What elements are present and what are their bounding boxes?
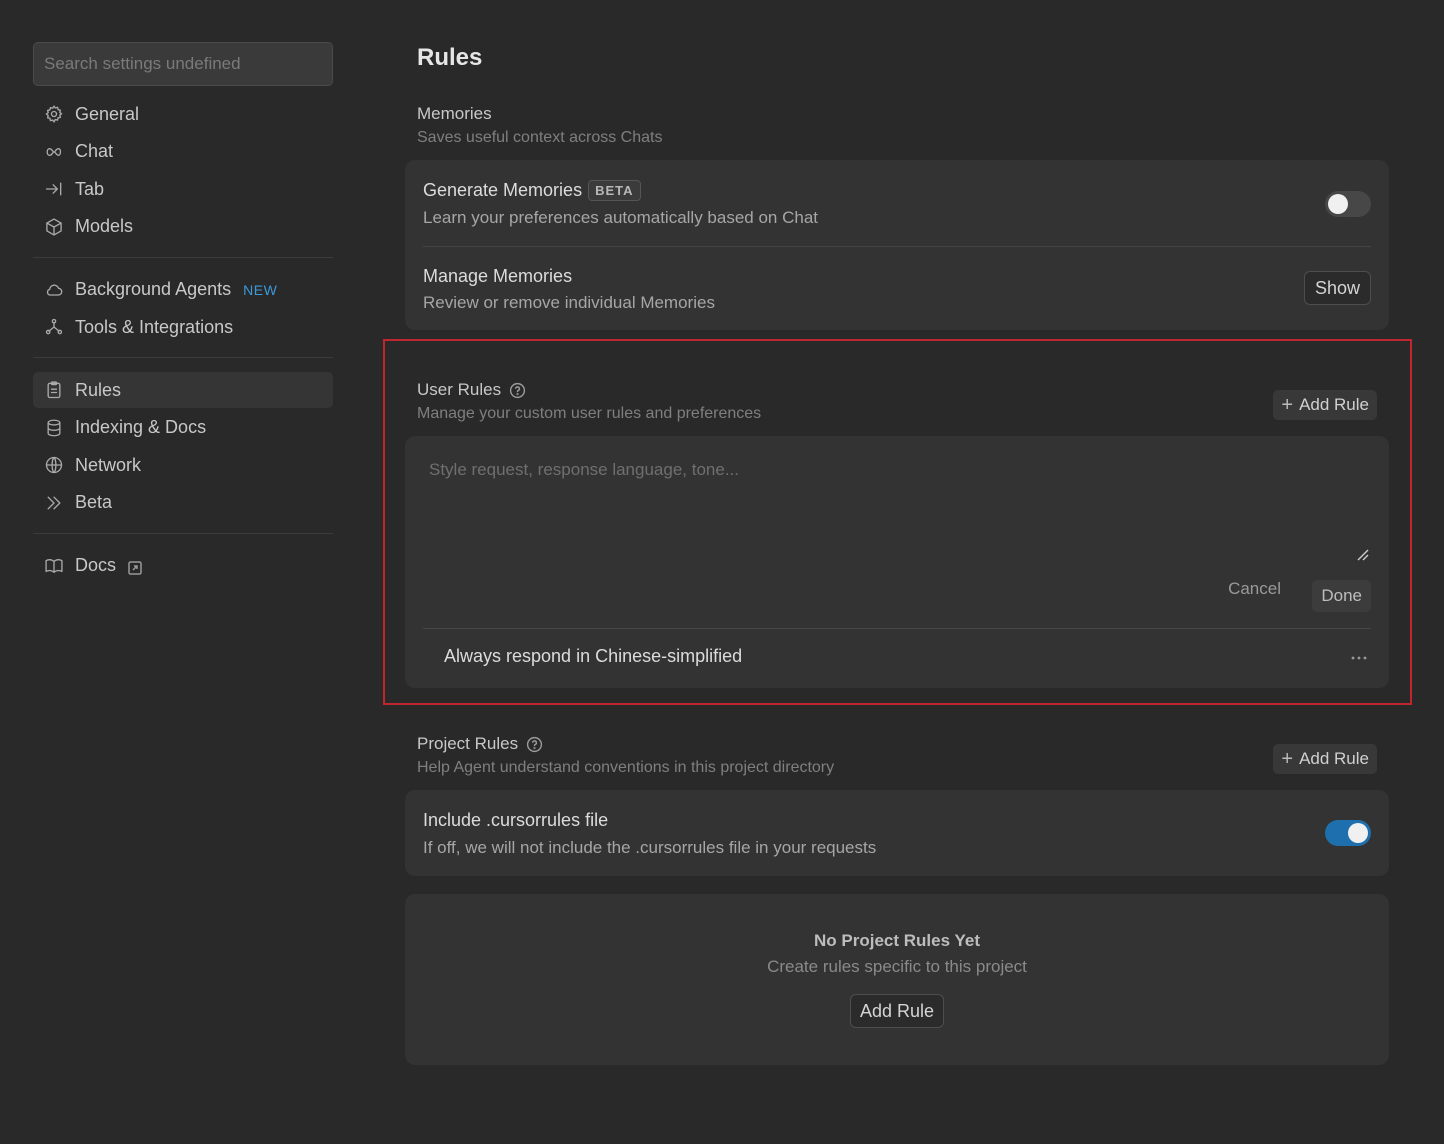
cursorrules-card: Include .cursorrules file If off, we wil… bbox=[405, 790, 1389, 876]
cancel-button[interactable]: Cancel bbox=[1222, 578, 1287, 600]
sidebar-item-label: Rules bbox=[75, 379, 122, 400]
user-rules-section-header: User Rules Manage your custom user rules… bbox=[417, 380, 761, 423]
cursorrules-subtitle: If off, we will not include the .cursorr… bbox=[423, 838, 877, 857]
sidebar-item-beta[interactable]: Beta bbox=[33, 485, 333, 521]
project-rules-title: Project Rules bbox=[417, 734, 519, 753]
done-button[interactable]: Done bbox=[1312, 580, 1371, 612]
memories-card: Generate Memories BETA Learn your prefer… bbox=[405, 160, 1389, 330]
more-options-icon[interactable] bbox=[1349, 650, 1369, 660]
user-rules-subtitle: Manage your custom user rules and prefer… bbox=[417, 405, 762, 422]
sidebar-divider bbox=[33, 256, 333, 258]
nav-group-docs: Docs bbox=[33, 548, 333, 584]
sidebar-item-label: General bbox=[75, 103, 140, 124]
generate-memories-subtitle: Learn your preferences automatically bas… bbox=[423, 208, 819, 227]
sidebar-item-label: Tools & Integrations bbox=[75, 316, 234, 337]
nav-group-main: General Chat Tab Models bbox=[33, 96, 333, 245]
settings-sidebar: General Chat Tab Models Backgroun bbox=[33, 42, 333, 585]
project-rules-section-header: Project Rules Help Agent understand conv… bbox=[417, 734, 834, 777]
user-rule-item[interactable]: Always respond in Chinese-simplified bbox=[444, 646, 742, 667]
row-divider bbox=[423, 628, 1371, 629]
user-rule-input[interactable] bbox=[423, 450, 1371, 566]
page-title: Rules bbox=[417, 44, 483, 71]
add-project-rule-button[interactable]: + Add Rule bbox=[1273, 744, 1377, 774]
cube-icon bbox=[43, 216, 65, 238]
help-icon[interactable] bbox=[526, 736, 543, 753]
add-rule-label: Add Rule bbox=[1299, 749, 1369, 768]
memories-section-header: Memories Saves useful context across Cha… bbox=[417, 104, 662, 147]
sidebar-item-rules[interactable]: Rules bbox=[33, 372, 333, 408]
infinity-icon bbox=[43, 141, 65, 163]
database-icon bbox=[43, 417, 65, 439]
sidebar-item-label: Indexing & Docs bbox=[75, 417, 207, 437]
cursorrules-title: Include .cursorrules file bbox=[423, 810, 609, 830]
generate-memories-title: Generate Memories bbox=[423, 180, 583, 200]
sidebar-item-network[interactable]: Network bbox=[33, 447, 333, 483]
sidebar-item-docs[interactable]: Docs bbox=[33, 548, 333, 584]
sidebar-item-label: Docs bbox=[75, 555, 117, 575]
generate-memories-toggle[interactable] bbox=[1325, 191, 1371, 217]
nodes-icon bbox=[43, 316, 65, 338]
add-user-rule-button[interactable]: + Add Rule bbox=[1273, 390, 1377, 420]
resize-handle-icon[interactable] bbox=[1357, 548, 1369, 561]
sidebar-divider bbox=[33, 357, 333, 358]
generate-memories-row: Generate Memories BETA Learn your prefer… bbox=[405, 160, 1389, 246]
sidebar-item-tab[interactable]: Tab bbox=[33, 171, 333, 207]
sidebar-item-label: Beta bbox=[75, 492, 113, 512]
sidebar-item-indexing-docs[interactable]: Indexing & Docs bbox=[33, 410, 333, 446]
sidebar-item-chat[interactable]: Chat bbox=[33, 134, 333, 170]
manage-memories-subtitle: Review or remove individual Memories bbox=[423, 293, 715, 312]
external-link-icon bbox=[128, 559, 142, 575]
globe-icon bbox=[43, 454, 65, 476]
manage-memories-title: Manage Memories bbox=[423, 266, 573, 286]
include-cursorrules-row: Include .cursorrules file If off, we wil… bbox=[405, 790, 1389, 858]
sidebar-item-general[interactable]: General bbox=[33, 96, 333, 132]
toggle-knob bbox=[1348, 823, 1368, 843]
gear-icon bbox=[43, 103, 65, 125]
help-icon[interactable] bbox=[509, 382, 526, 399]
cloud-icon bbox=[43, 279, 65, 301]
sidebar-item-label: Tab bbox=[75, 178, 105, 199]
book-icon bbox=[43, 555, 65, 577]
sidebar-item-label: Network bbox=[75, 454, 142, 475]
double-chevron-icon bbox=[43, 492, 65, 514]
plus-icon: + bbox=[1281, 747, 1294, 770]
nav-group-agents: Background Agents NEW Tools & Integratio… bbox=[33, 272, 333, 346]
sidebar-item-label: Chat bbox=[75, 141, 114, 161]
include-cursorrules-toggle[interactable] bbox=[1325, 820, 1371, 846]
empty-state-subtitle: Create rules specific to this project bbox=[767, 957, 1027, 976]
memories-section-subtitle: Saves useful context across Chats bbox=[417, 129, 663, 146]
plus-icon: + bbox=[1281, 393, 1294, 416]
sidebar-item-background-agents[interactable]: Background Agents NEW bbox=[33, 272, 333, 308]
project-rules-empty-card: No Project Rules Yet Create rules specif… bbox=[405, 894, 1389, 1065]
sidebar-item-tools-integrations[interactable]: Tools & Integrations bbox=[33, 309, 333, 345]
sidebar-divider bbox=[33, 532, 333, 534]
sidebar-item-label: Models bbox=[75, 216, 134, 236]
empty-state-title: No Project Rules Yet bbox=[814, 931, 980, 950]
search-settings-input[interactable] bbox=[33, 42, 333, 86]
add-rule-label: Add Rule bbox=[1299, 395, 1369, 414]
beta-badge: BETA bbox=[588, 180, 641, 201]
nav-group-rules: Rules Indexing & Docs Network Beta bbox=[33, 372, 333, 521]
show-memories-button[interactable]: Show bbox=[1303, 271, 1371, 305]
sidebar-item-models[interactable]: Models bbox=[33, 209, 333, 245]
manage-memories-row: Manage Memories Review or remove individ… bbox=[405, 247, 1389, 330]
new-badge: NEW bbox=[243, 281, 278, 298]
user-rules-title: User Rules bbox=[417, 380, 502, 399]
toggle-knob bbox=[1328, 194, 1348, 214]
project-rules-subtitle: Help Agent understand conventions in thi… bbox=[417, 759, 835, 776]
arrow-right-to-bar-icon bbox=[43, 178, 65, 200]
user-rules-card: Cancel Done Always respond in Chinese-si… bbox=[405, 436, 1389, 688]
clipboard-icon bbox=[43, 379, 65, 401]
user-rule-editor bbox=[423, 450, 1371, 566]
empty-state-add-rule-button[interactable]: Add Rule bbox=[849, 994, 945, 1028]
memories-section-title: Memories bbox=[417, 104, 492, 123]
sidebar-item-label: Background Agents bbox=[75, 279, 232, 299]
